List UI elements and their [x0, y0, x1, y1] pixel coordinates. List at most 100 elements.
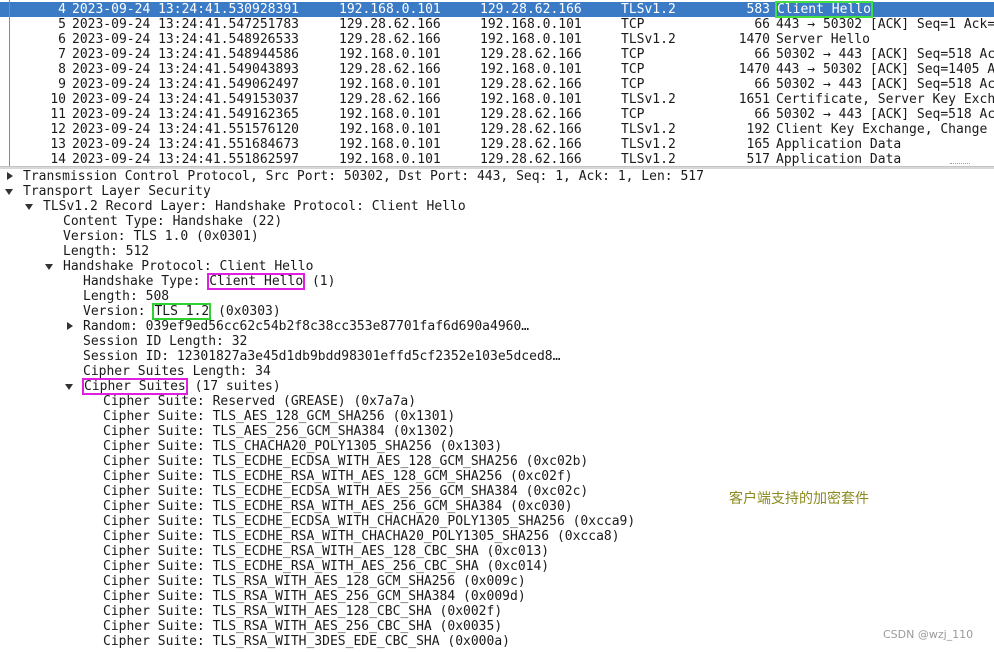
packet-time-cell: 2023-09-24 13:24:41.549062497: [72, 77, 299, 92]
packet-row[interactable]: 10 2023-09-24 13:24:41.549153037 129.28.62…: [0, 92, 994, 107]
tree-item-label: Cipher Suite: TLS_CHACHA20_POLY1305_SHA2…: [103, 439, 503, 454]
collapse-arrow-icon[interactable]: [5, 189, 13, 195]
tree-item-label: Cipher Suite: TLS_ECDHE_RSA_WITH_CHACHA2…: [103, 529, 620, 544]
packet-time-cell: 2023-09-24 13:24:41.551576120: [72, 122, 299, 137]
packet-row[interactable]: 9 2023-09-24 13:24:41.549062497 192.168.0.…: [0, 77, 994, 92]
packet-len-cell: 583: [746, 2, 770, 17]
tree-item-cipher-suite[interactable]: Cipher Suite: TLS_CHACHA20_POLY1305_SHA2…: [103, 439, 502, 454]
packet-row[interactable]: 7 2023-09-24 13:24:41.548944586 192.168.0.…: [0, 47, 994, 62]
packet-dst-cell: 129.28.62.166: [480, 122, 582, 137]
packet-list[interactable]: 4 2023-09-24 13:24:41.530928391 192.168.0.…: [0, 0, 994, 166]
collapse-arrow-icon[interactable]: [25, 204, 33, 210]
packet-time-cell: 2023-09-24 13:24:41.548944586: [72, 47, 299, 62]
packet-proto-cell: TLSv1.2: [621, 92, 676, 107]
highlight-box-cipher-suites: Cipher Suites: [82, 378, 188, 395]
tree-item-handshake-type[interactable]: Handshake Type: Client Hello (1): [83, 273, 335, 290]
tree-item-cipher-suite[interactable]: Cipher Suite: TLS_ECDHE_ECDSA_WITH_CHACH…: [103, 514, 635, 529]
packet-row[interactable]: 13 2023-09-24 13:24:41.551684673 192.168.0…: [0, 137, 994, 152]
tree-item-handshake-version[interactable]: Version: TLS 1.2 (0x0303): [83, 303, 281, 320]
tree-item-label: Cipher Suite: TLS_ECDHE_ECDSA_WITH_AES_1…: [103, 454, 589, 469]
tree-item-cipher-suite[interactable]: Cipher Suite: TLS_ECDHE_ECDSA_WITH_AES_2…: [103, 484, 588, 499]
packet-info-cell: Application Data: [776, 152, 902, 166]
tree-item-label: Transport Layer Security: [23, 184, 211, 199]
tree-item-cipher-suite[interactable]: Cipher Suite: Reserved (GREASE) (0x7a7a): [103, 394, 416, 409]
watermark: CSDN @wzj_110: [883, 628, 974, 641]
packet-row[interactable]: 14 2023-09-24 13:24:41.551862597 192.168.0…: [0, 152, 994, 166]
tree-item-content-type[interactable]: Content Type: Handshake (22): [63, 214, 282, 229]
packet-info-cell: Application Data: [776, 137, 902, 152]
tree-item-cipher-suite[interactable]: Cipher Suite: TLS_AES_256_GCM_SHA384 (0x…: [103, 424, 455, 439]
tree-item-cipher-suite[interactable]: Cipher Suite: TLS_ECDHE_RSA_WITH_AES_256…: [103, 559, 549, 574]
packet-dst-cell: 129.28.62.166: [480, 107, 582, 122]
expand-arrow-icon[interactable]: [7, 172, 13, 180]
tree-item-cipher-suite[interactable]: Cipher Suite: TLS_RSA_WITH_AES_128_CBC_S…: [103, 604, 502, 619]
packet-row[interactable]: 8 2023-09-24 13:24:41.549043893 129.28.62.…: [0, 62, 994, 77]
packet-time-cell: 2023-09-24 13:24:41.551862597: [72, 152, 299, 166]
packet-len-cell: 1470: [738, 32, 770, 47]
packet-row[interactable]: 4 2023-09-24 13:24:41.530928391 192.168.0.…: [0, 1, 994, 18]
packet-dst-cell: 129.28.62.166: [480, 47, 582, 62]
packet-info-cell: 50302 → 443 [ACK] Seq=518 Ac: [776, 107, 994, 122]
packet-list-gutter-line: [9, 0, 10, 166]
tree-item-cipher-suite[interactable]: Cipher Suite: TLS_ECDHE_ECDSA_WITH_AES_1…: [103, 454, 588, 469]
packet-len-cell: 66: [754, 107, 770, 122]
packet-details-tree[interactable]: Transmission Control Protocol, Src Port:…: [0, 169, 994, 652]
packet-src-cell: 192.168.0.101: [339, 152, 441, 166]
tree-item-record-length[interactable]: Length: 512: [63, 244, 149, 259]
packet-time-cell: 2023-09-24 13:24:41.549043893: [72, 62, 299, 77]
packet-len-cell: 66: [754, 17, 770, 32]
packet-proto-cell: TCP: [621, 107, 645, 122]
tree-item-cipher-suite[interactable]: Cipher Suite: TLS_RSA_WITH_AES_256_GCM_S…: [103, 589, 526, 604]
packet-time-cell: 2023-09-24 13:24:41.549153037: [72, 92, 299, 107]
tree-item-session-id[interactable]: Session ID: 12301827a3e45d1db9bdd98301ef…: [83, 349, 560, 364]
tree-item-cipher-suite[interactable]: Cipher Suite: TLS_RSA_WITH_AES_128_GCM_S…: [103, 574, 526, 589]
packet-len-cell: 66: [754, 77, 770, 92]
packet-src-cell: 129.28.62.166: [339, 62, 441, 77]
tree-item-label: Version:: [83, 304, 154, 319]
packet-len-cell: 192: [746, 122, 770, 137]
tree-item-label: (0x0303): [210, 304, 281, 319]
tree-item-label: Cipher Suites Length: 34: [83, 364, 271, 379]
packet-row[interactable]: 12 2023-09-24 13:24:41.551576120 192.168.0…: [0, 122, 994, 137]
packet-dst-cell: 192.168.0.101: [480, 62, 582, 77]
splitter-grip[interactable]: [950, 163, 970, 165]
tree-item-label: Cipher Suite: TLS_AES_128_GCM_SHA256 (0x…: [103, 409, 456, 424]
packet-time-cell: 2023-09-24 13:24:41.549162365: [72, 107, 299, 122]
tree-item-cipher-suite[interactable]: Cipher Suite: TLS_ECDHE_RSA_WITH_AES_128…: [103, 469, 573, 484]
tree-item-cipher-suite[interactable]: Cipher Suite: TLS_ECDHE_RSA_WITH_AES_256…: [103, 499, 573, 514]
collapse-arrow-icon[interactable]: [45, 264, 53, 270]
tree-item-label: Cipher Suite: TLS_RSA_WITH_AES_128_GCM_S…: [103, 574, 526, 589]
tree-item-cipher-suite[interactable]: Cipher Suite: TLS_AES_128_GCM_SHA256 (0x…: [103, 409, 455, 424]
tree-item-record-version[interactable]: Version: TLS 1.0 (0x0301): [63, 229, 259, 244]
packet-row[interactable]: 5 2023-09-24 13:24:41.547251783 129.28.62.…: [0, 17, 994, 32]
packet-row[interactable]: 6 2023-09-24 13:24:41.548926533 129.28.62.…: [0, 32, 994, 47]
tree-item-label: Handshake Type:: [83, 274, 209, 289]
tree-item-label: Cipher Suite: TLS_RSA_WITH_AES_128_CBC_S…: [103, 604, 503, 619]
packet-proto-cell: TLSv1.2: [621, 32, 676, 47]
expand-arrow-icon[interactable]: [67, 322, 73, 330]
tree-item-cipher-suite[interactable]: Cipher Suite: TLS_ECDHE_RSA_WITH_CHACHA2…: [103, 529, 620, 544]
tree-item-label: Cipher Suite: TLS_ECDHE_RSA_WITH_AES_128…: [103, 544, 550, 559]
tree-item-label: Content Type: Handshake (22): [63, 214, 283, 229]
packet-src-cell: 129.28.62.166: [339, 92, 441, 107]
packet-proto-cell: TLSv1.2: [621, 152, 676, 166]
tree-item-cipher-suites-length[interactable]: Cipher Suites Length: 34: [83, 364, 271, 379]
tree-item-label: (17 suites): [186, 379, 281, 394]
tree-item-session-id-length[interactable]: Session ID Length: 32: [83, 334, 247, 349]
packet-info-cell: 443 → 50302 [ACK] Seq=1405 A: [776, 62, 994, 77]
tree-item-cipher-suite[interactable]: Cipher Suite: TLS_ECDHE_RSA_WITH_AES_128…: [103, 544, 549, 559]
collapse-arrow-icon[interactable]: [65, 384, 73, 390]
packet-len-cell: 517: [746, 152, 770, 166]
tree-item-label: Transmission Control Protocol, Src Port:…: [23, 169, 704, 184]
tree-item-label: Length: 508: [83, 289, 170, 304]
packet-row[interactable]: 11 2023-09-24 13:24:41.549162365 192.168.0…: [0, 107, 994, 122]
tree-item-label: Cipher Suite: Reserved (GREASE) (0x7a7a): [103, 394, 417, 409]
tree-item-handshake-length[interactable]: Length: 508: [83, 289, 169, 304]
tree-item-cipher-suite[interactable]: Cipher Suite: TLS_RSA_WITH_3DES_EDE_CBC_…: [103, 634, 510, 649]
packet-src-cell: 192.168.0.101: [339, 107, 441, 122]
tree-item-cipher-suite[interactable]: Cipher Suite: TLS_RSA_WITH_AES_256_CBC_S…: [103, 619, 502, 634]
packet-time-cell: 2023-09-24 13:24:41.547251783: [72, 17, 299, 32]
tree-item-label: Cipher Suite: TLS_AES_256_GCM_SHA384 (0x…: [103, 424, 456, 439]
packet-len-cell: 1651: [738, 92, 770, 107]
packet-proto-cell: TCP: [621, 77, 645, 92]
